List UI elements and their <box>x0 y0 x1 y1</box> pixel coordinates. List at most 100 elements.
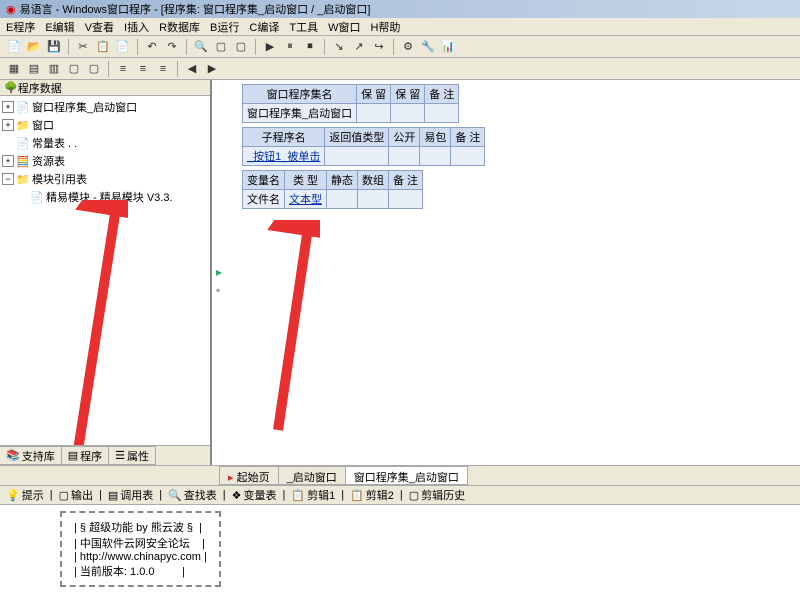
tree-node-window[interactable]: + 📁 窗口 <box>2 116 208 134</box>
code-gutter: ▸ ▪ <box>216 265 222 297</box>
undo-icon[interactable]: ↶ <box>144 39 160 55</box>
code-icon: ▤ <box>68 449 78 462</box>
sub-link[interactable]: _按钮1_被单击 <box>247 151 320 163</box>
cell[interactable] <box>358 190 389 209</box>
panel-findtable[interactable]: 🔍查找表 <box>168 487 217 503</box>
col-header: 数组 <box>358 171 389 190</box>
align-icon[interactable]: ≡ <box>115 61 131 77</box>
separator <box>177 61 178 77</box>
tab-program[interactable]: ▤程序 <box>61 446 109 465</box>
new-icon[interactable]: 📄 <box>6 39 22 55</box>
tab-properties[interactable]: ☰属性 <box>108 446 156 465</box>
menu-help[interactable]: H帮助 <box>370 19 400 34</box>
history-icon: ▢ <box>409 489 419 502</box>
pause-icon[interactable]: ⏸ <box>282 39 298 55</box>
cell[interactable]: 文本型 <box>285 190 327 209</box>
annotation-arrow-right <box>260 220 320 440</box>
menu-tools[interactable]: T工具 <box>289 19 318 34</box>
align-icon[interactable]: ≡ <box>155 61 171 77</box>
panel-clip1[interactable]: 📋剪辑1 <box>291 487 335 503</box>
list-icon: ▤ <box>108 489 118 502</box>
cell[interactable] <box>325 147 389 166</box>
save-icon[interactable]: 💾 <box>46 39 62 55</box>
tool-icon[interactable]: 🔧 <box>420 39 436 55</box>
cell[interactable] <box>327 190 358 209</box>
table-assembly[interactable]: 窗口程序集名保 留保 留备 注 窗口程序集_启动窗口 <box>242 84 459 123</box>
tab-startpage[interactable]: ▸ 起始页 <box>219 466 279 485</box>
tab-startwindow[interactable]: _启动窗口 <box>278 466 346 485</box>
menu-run[interactable]: B运行 <box>210 19 239 34</box>
tree-node-assembly[interactable]: + 📄 窗口程序集_启动窗口 <box>2 98 208 116</box>
expand-icon[interactable]: + <box>2 119 14 131</box>
tab-support[interactable]: 📚支持库 <box>0 446 62 465</box>
panel-tips[interactable]: 💡提示 <box>6 487 44 503</box>
code-editor[interactable]: 窗口程序集名保 留保 留备 注 窗口程序集_启动窗口 子程序名返回值类型公开易包… <box>212 80 800 465</box>
tree-node-modules[interactable]: − 📁 模块引用表 <box>2 170 208 188</box>
fwd-icon[interactable]: ▶ <box>204 61 220 77</box>
expand-icon[interactable]: + <box>2 155 14 167</box>
tree-node-constants[interactable]: 📄 常量表 . . <box>2 134 208 152</box>
separator <box>68 39 69 55</box>
tool-icon[interactable]: 📊 <box>440 39 456 55</box>
menu-window[interactable]: W窗口 <box>328 19 360 34</box>
menu-edit[interactable]: E编辑 <box>45 19 74 34</box>
run-icon[interactable]: ▶ <box>262 39 278 55</box>
bulb-icon: 💡 <box>6 489 20 502</box>
layout-icon[interactable]: ▤ <box>26 61 42 77</box>
panel-clip2[interactable]: 📋剪辑2 <box>350 487 394 503</box>
layout-icon[interactable]: ▢ <box>86 61 102 77</box>
panel-output[interactable]: ▢输出 <box>59 487 93 503</box>
tree-view[interactable]: + 📄 窗口程序集_启动窗口 + 📁 窗口 📄 常量表 . . + 🧮 资源表 … <box>0 96 210 445</box>
output-panel[interactable]: | § 超级功能 by 熊云波 § | | 中国软件云网安全论坛 | | htt… <box>0 505 800 615</box>
type-link[interactable]: 文本型 <box>289 194 322 206</box>
copy-icon[interactable]: 📋 <box>95 39 111 55</box>
stop-icon[interactable]: ⏹ <box>302 39 318 55</box>
layout-icon[interactable]: ▢ <box>66 61 82 77</box>
step-icon[interactable]: ↗ <box>351 39 367 55</box>
align-icon[interactable]: ≡ <box>135 61 151 77</box>
menu-insert[interactable]: I插入 <box>124 19 149 34</box>
step-icon[interactable]: ↪ <box>371 39 387 55</box>
layout-icon[interactable]: ▥ <box>46 61 62 77</box>
menu-view[interactable]: V查看 <box>85 19 114 34</box>
doc-icon: 📄 <box>16 137 30 150</box>
cell[interactable] <box>420 147 451 166</box>
menu-program[interactable]: E程序 <box>6 19 35 34</box>
panel-calltable[interactable]: ▤调用表 <box>108 487 153 503</box>
tool-icon[interactable]: ⚙ <box>400 39 416 55</box>
find-icon[interactable]: 🔍 <box>193 39 209 55</box>
back-icon[interactable]: ◀ <box>184 61 200 77</box>
menu-compile[interactable]: C编译 <box>249 19 279 34</box>
cell[interactable] <box>451 147 485 166</box>
table-subroutine[interactable]: 子程序名返回值类型公开易包备 注 _按钮1_被单击 <box>242 127 485 166</box>
cell[interactable] <box>357 104 391 123</box>
panel-cliphist[interactable]: ▢剪辑历史 <box>409 487 465 503</box>
panel-vartable[interactable]: ❖变量表 <box>232 487 277 503</box>
separator: | <box>99 489 102 501</box>
paste-icon[interactable]: 📄 <box>115 39 131 55</box>
cell[interactable]: 窗口程序集_启动窗口 <box>243 104 357 123</box>
action-icon[interactable]: ▢ <box>213 39 229 55</box>
step-icon[interactable]: ↘ <box>331 39 347 55</box>
cell[interactable]: 文件名 <box>243 190 285 209</box>
layout-icon[interactable]: ▦ <box>6 61 22 77</box>
tree-node-module-item[interactable]: 📄 精易模块 - 精易模块 V3.3. <box>2 188 208 206</box>
cell[interactable] <box>389 147 420 166</box>
cell[interactable] <box>389 190 423 209</box>
expand-icon[interactable]: + <box>2 101 14 113</box>
table-variable[interactable]: 变量名类 型静态数组备 注 文件名文本型 <box>242 170 423 209</box>
tab-assembly[interactable]: 窗口程序集_启动窗口 <box>345 466 468 485</box>
cell[interactable] <box>391 104 425 123</box>
output-line: | http://www.chinapyc.com | <box>74 551 207 563</box>
output-line: | § 超级功能 by 熊云波 § | <box>74 522 202 534</box>
collapse-icon[interactable]: − <box>2 173 14 185</box>
menu-database[interactable]: R数据库 <box>159 19 200 34</box>
tree-node-resources[interactable]: + 🧮 资源表 <box>2 152 208 170</box>
cell[interactable] <box>425 104 459 123</box>
cell[interactable]: _按钮1_被单击 <box>243 147 325 166</box>
cut-icon[interactable]: ✂ <box>75 39 91 55</box>
redo-icon[interactable]: ↷ <box>164 39 180 55</box>
open-icon[interactable]: 📂 <box>26 39 42 55</box>
action-icon[interactable]: ▢ <box>233 39 249 55</box>
clip-icon: 📋 <box>291 489 305 502</box>
